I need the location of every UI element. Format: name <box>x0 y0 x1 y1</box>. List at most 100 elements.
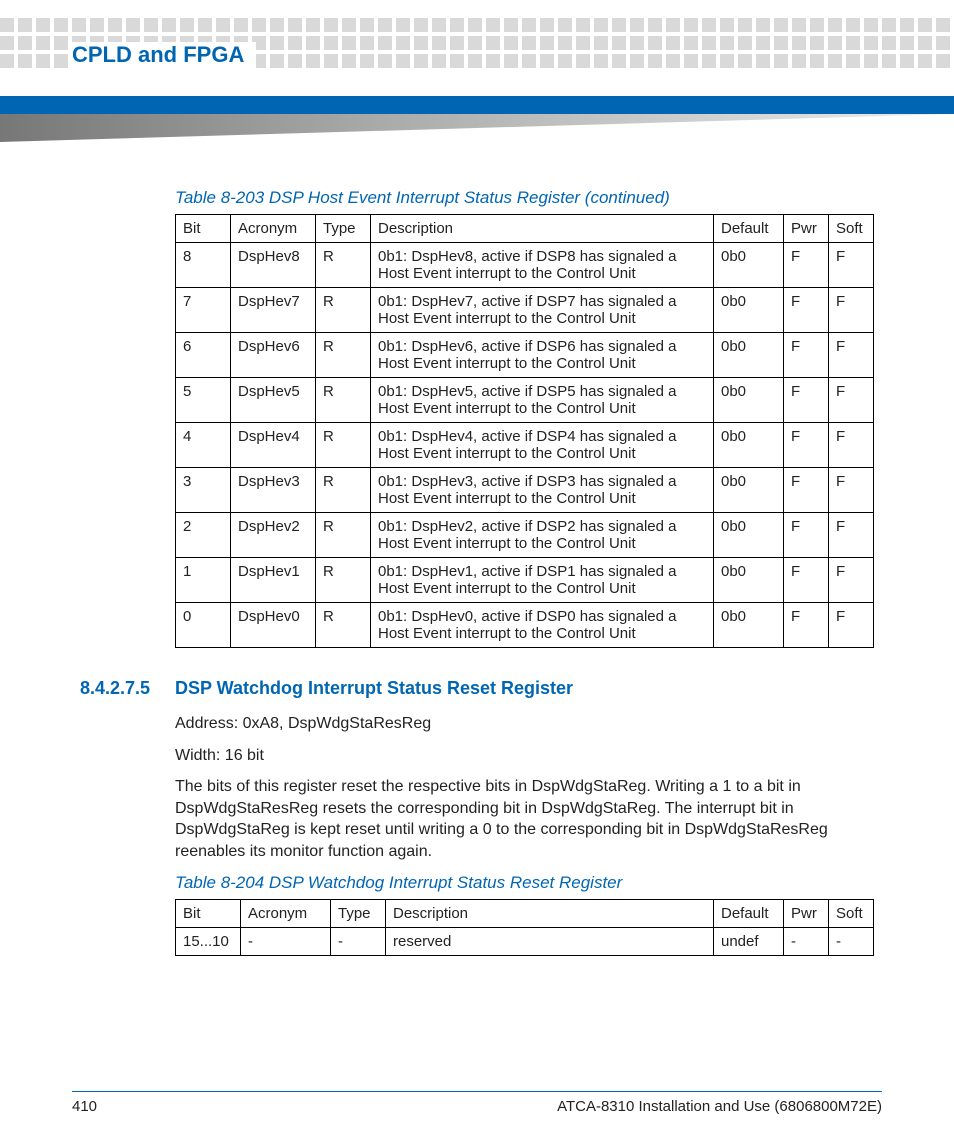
cell: - <box>829 927 874 955</box>
cell: DspHev2 <box>231 513 316 558</box>
cell: 0b0 <box>714 333 784 378</box>
cell: F <box>784 243 829 288</box>
cell: - <box>241 927 331 955</box>
cell: F <box>784 513 829 558</box>
cell: DspHev7 <box>231 288 316 333</box>
section-heading: 8.4.2.7.5 DSP Watchdog Interrupt Status … <box>80 678 874 699</box>
table-row: 1DspHev1R0b1: DspHev1, active if DSP1 ha… <box>176 558 874 603</box>
cell: 3 <box>176 468 231 513</box>
page-number: 410 <box>72 1098 97 1115</box>
chapter-title: CPLD and FPGA <box>72 42 256 68</box>
table-row: 7DspHev7R0b1: DspHev7, active if DSP7 ha… <box>176 288 874 333</box>
cell: - <box>331 927 386 955</box>
cell: F <box>829 468 874 513</box>
cell: 0b1: DspHev2, active if DSP2 has signale… <box>371 513 714 558</box>
cell: 6 <box>176 333 231 378</box>
table-row: 15...10--reservedundef-- <box>176 927 874 955</box>
cell: R <box>316 243 371 288</box>
cell: 0b1: DspHev8, active if DSP8 has signale… <box>371 243 714 288</box>
table-row: 3DspHev3R0b1: DspHev3, active if DSP3 ha… <box>176 468 874 513</box>
col-header: Pwr <box>784 215 829 243</box>
cell: DspHev5 <box>231 378 316 423</box>
cell: 0b0 <box>714 513 784 558</box>
header-blue-bar <box>0 96 954 114</box>
table-row: 5DspHev5R0b1: DspHev5, active if DSP5 ha… <box>176 378 874 423</box>
table-row: 0DspHev0R0b1: DspHev0, active if DSP0 ha… <box>176 603 874 648</box>
cell: F <box>784 468 829 513</box>
cell: F <box>784 603 829 648</box>
doc-title: ATCA-8310 Installation and Use (6806800M… <box>557 1098 882 1115</box>
table-row: 4DspHev4R0b1: DspHev4, active if DSP4 ha… <box>176 423 874 468</box>
cell: 0b1: DspHev1, active if DSP1 has signale… <box>371 558 714 603</box>
page-footer: 410 ATCA-8310 Installation and Use (6806… <box>72 1091 882 1115</box>
col-header: Description <box>371 215 714 243</box>
col-header: Default <box>714 899 784 927</box>
cell: reserved <box>386 927 714 955</box>
cell: 2 <box>176 513 231 558</box>
width-line: Width: 16 bit <box>175 745 874 767</box>
table-caption: Table 8-204 DSP Watchdog Interrupt Statu… <box>175 873 874 893</box>
address-line: Address: 0xA8, DspWdgStaResReg <box>175 713 874 735</box>
cell: 0b0 <box>714 423 784 468</box>
cell: 0b1: DspHev7, active if DSP7 has signale… <box>371 288 714 333</box>
cell: DspHev4 <box>231 423 316 468</box>
section-title: DSP Watchdog Interrupt Status Reset Regi… <box>175 678 573 699</box>
cell: F <box>829 558 874 603</box>
cell: R <box>316 603 371 648</box>
table-row: 6DspHev6R0b1: DspHev6, active if DSP6 ha… <box>176 333 874 378</box>
cell: R <box>316 378 371 423</box>
cell: 0b1: DspHev3, active if DSP3 has signale… <box>371 468 714 513</box>
cell: F <box>784 378 829 423</box>
col-header: Description <box>386 899 714 927</box>
section-number: 8.4.2.7.5 <box>80 678 175 699</box>
cell: 0b0 <box>714 468 784 513</box>
col-header: Acronym <box>241 899 331 927</box>
cell: 5 <box>176 378 231 423</box>
cell: 0 <box>176 603 231 648</box>
col-header: Type <box>331 899 386 927</box>
cell: F <box>829 288 874 333</box>
cell: F <box>784 333 829 378</box>
col-header: Type <box>316 215 371 243</box>
cell: DspHev3 <box>231 468 316 513</box>
cell: DspHev8 <box>231 243 316 288</box>
cell: R <box>316 513 371 558</box>
col-header: Bit <box>176 899 241 927</box>
cell: R <box>316 468 371 513</box>
cell: F <box>829 378 874 423</box>
register-table-2: BitAcronymTypeDescriptionDefaultPwrSoft … <box>175 899 874 956</box>
cell: undef <box>714 927 784 955</box>
cell: 4 <box>176 423 231 468</box>
cell: R <box>316 423 371 468</box>
cell: 0b1: DspHev6, active if DSP6 has signale… <box>371 333 714 378</box>
table-row: 8DspHev8R0b1: DspHev8, active if DSP8 ha… <box>176 243 874 288</box>
col-header: Pwr <box>784 899 829 927</box>
col-header: Default <box>714 215 784 243</box>
cell: 8 <box>176 243 231 288</box>
cell: 7 <box>176 288 231 333</box>
cell: F <box>829 513 874 558</box>
cell: 0b1: DspHev0, active if DSP0 has signale… <box>371 603 714 648</box>
register-table-1: BitAcronymTypeDescriptionDefaultPwrSoft … <box>175 214 874 648</box>
cell: DspHev6 <box>231 333 316 378</box>
cell: 0b0 <box>714 288 784 333</box>
cell: 0b1: DspHev4, active if DSP4 has signale… <box>371 423 714 468</box>
cell: 0b0 <box>714 558 784 603</box>
cell: F <box>784 558 829 603</box>
cell: F <box>829 423 874 468</box>
cell: 0b1: DspHev5, active if DSP5 has signale… <box>371 378 714 423</box>
col-header: Soft <box>829 215 874 243</box>
table-row: 2DspHev2R0b1: DspHev2, active if DSP2 ha… <box>176 513 874 558</box>
cell: 0b0 <box>714 603 784 648</box>
cell: DspHev1 <box>231 558 316 603</box>
page: CPLD and FPGA Table 8-203 DSP Host Event… <box>0 0 954 1145</box>
cell: F <box>829 333 874 378</box>
cell: - <box>784 927 829 955</box>
col-header: Acronym <box>231 215 316 243</box>
cell: 1 <box>176 558 231 603</box>
cell: DspHev0 <box>231 603 316 648</box>
cell: 0b0 <box>714 378 784 423</box>
col-header: Soft <box>829 899 874 927</box>
cell: F <box>829 243 874 288</box>
cell: R <box>316 288 371 333</box>
